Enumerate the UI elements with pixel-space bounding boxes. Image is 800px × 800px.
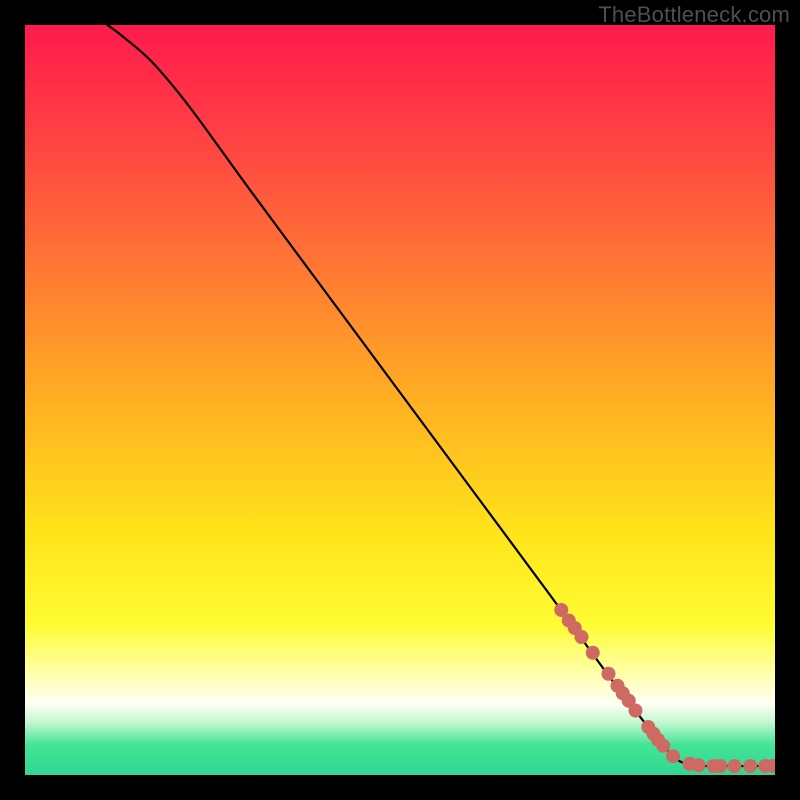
marker-dot: [656, 739, 670, 753]
chart-container: TheBottleneck.com: [0, 0, 800, 800]
marker-dot: [602, 667, 616, 681]
marker-dot: [743, 759, 757, 773]
marker-dot: [629, 704, 643, 718]
plot-area: [25, 25, 775, 775]
watermark-text: TheBottleneck.com: [598, 2, 790, 28]
marker-dot: [666, 749, 680, 763]
chart-svg: [25, 25, 775, 775]
marker-dot: [728, 759, 742, 773]
gradient-background: [25, 25, 775, 775]
marker-dot: [586, 646, 600, 660]
marker-dot: [575, 630, 589, 644]
marker-dot: [692, 758, 706, 772]
marker-dot: [713, 759, 727, 773]
